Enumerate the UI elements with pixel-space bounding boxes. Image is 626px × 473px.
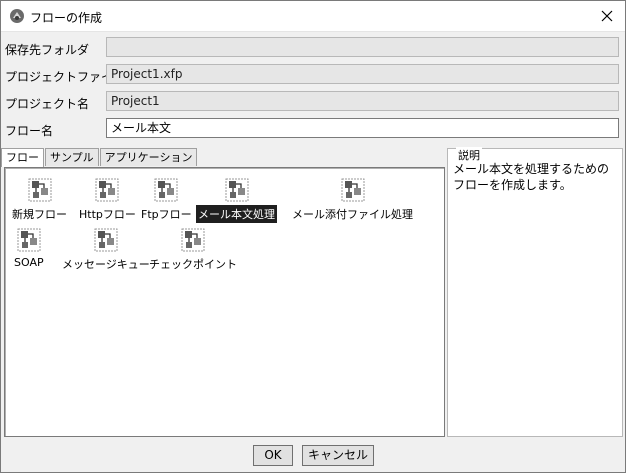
flow-item-label: 新規フロー <box>12 208 67 221</box>
project-file-row: プロジェクトファイル名 Project1.xfp <box>1 64 625 88</box>
dialog-window: フローの作成 保存先フォルダ プロジェクトファイル名 Project1.xfp … <box>0 0 626 473</box>
description-panel: 説明 メール本文を処理するためのフローを作成します。 <box>447 147 623 437</box>
flow-item-checkpoint[interactable]: チェックポイント <box>147 228 239 273</box>
flow-name-label: フロー名 <box>5 124 54 138</box>
flow-item-label: メッセージキュー <box>62 258 150 271</box>
flow-name-input[interactable]: メール本文 <box>106 118 619 138</box>
window-title: フローの作成 <box>30 11 103 25</box>
cancel-button[interactable]: キャンセル <box>302 445 374 466</box>
save-folder-row: 保存先フォルダ <box>1 37 625 61</box>
flow-item-label: チェックポイント <box>149 258 237 271</box>
flow-item-mail-body[interactable]: メール本文処理 <box>196 178 277 223</box>
description-text: メール本文を処理するためのフローを作成します。 <box>453 162 610 192</box>
flow-item-soap[interactable]: SOAP <box>12 228 46 270</box>
flow-template-icon <box>95 178 119 202</box>
flow-item-new[interactable]: 新規フロー <box>10 178 69 223</box>
flow-item-label: SOAP <box>14 256 44 269</box>
flow-item-label: メール本文処理 <box>196 205 277 223</box>
tab-sample[interactable]: サンプル <box>45 148 99 166</box>
flow-template-icon <box>17 228 41 252</box>
flow-template-icon <box>225 178 249 202</box>
project-name-label: プロジェクト名 <box>5 97 90 111</box>
title-bar: フローの作成 <box>1 1 625 32</box>
flow-template-icon <box>341 178 365 202</box>
flow-item-mail-attachment[interactable]: メール添付ファイル処理 <box>290 178 415 223</box>
flow-item-label: Httpフロー <box>79 208 136 221</box>
flow-template-icon <box>28 178 52 202</box>
flow-name-row: フロー名 メール本文 <box>1 118 625 142</box>
app-icon <box>9 8 25 24</box>
tab-flow[interactable]: フロー <box>1 148 44 167</box>
flow-template-icon <box>154 178 178 202</box>
close-icon <box>601 10 613 22</box>
tab-bar: フロー サンプル アプリケーション <box>1 148 198 167</box>
project-name-row: プロジェクト名 Project1 <box>1 91 625 115</box>
ok-button[interactable]: OK <box>253 445 293 466</box>
button-bar: OK キャンセル <box>1 437 625 472</box>
project-name-field[interactable]: Project1 <box>106 91 619 111</box>
flow-item-ftp[interactable]: Ftpフロー <box>139 178 194 223</box>
flow-item-label: メール添付ファイル処理 <box>292 208 413 221</box>
tab-application[interactable]: アプリケーション <box>99 148 198 166</box>
flow-item-http[interactable]: Httpフロー <box>77 178 138 223</box>
flow-item-label: Ftpフロー <box>141 208 192 221</box>
close-button[interactable] <box>589 1 625 31</box>
flow-item-message-queue[interactable]: メッセージキュー <box>60 228 152 273</box>
flow-template-list: 新規フロー Httpフロー Ftpフロー メール本文処理 メール添付ファイル処理… <box>4 167 445 437</box>
flow-template-icon <box>94 228 118 252</box>
save-folder-field[interactable] <box>106 37 619 57</box>
project-file-field[interactable]: Project1.xfp <box>106 64 619 84</box>
flow-template-icon <box>181 228 205 252</box>
save-folder-label: 保存先フォルダ <box>5 43 90 57</box>
